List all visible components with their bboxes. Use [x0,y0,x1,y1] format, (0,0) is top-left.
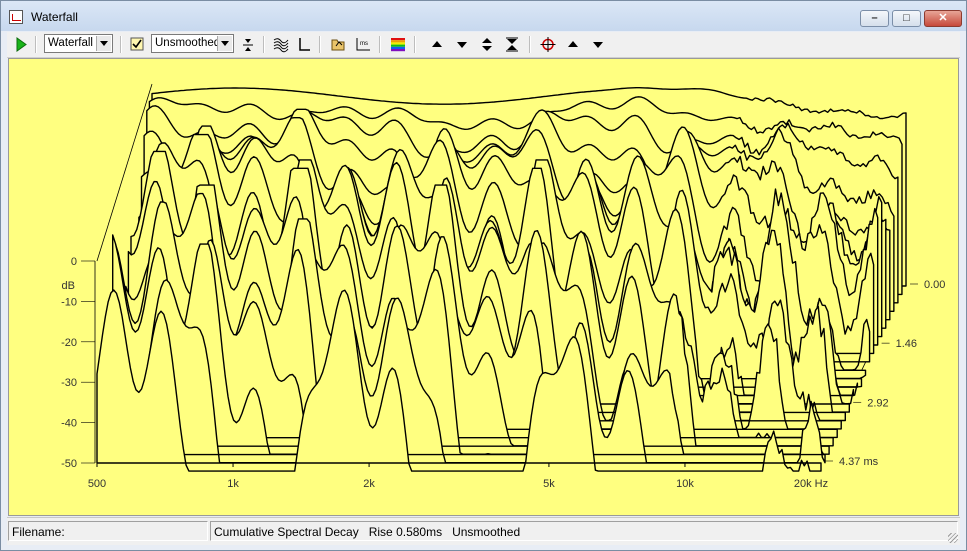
toolbar-separator [35,36,37,53]
z-tick-label: 0.00 [924,279,945,291]
minimize-button[interactable]: – [860,10,889,27]
app-icon [9,10,23,24]
title-bar[interactable]: Waterfall – □ ✕ [1,1,966,31]
open-icon[interactable] [330,35,348,54]
y-unit-label: dB [62,280,75,292]
cursor-icon[interactable] [539,35,557,54]
toolbar-separator [263,36,265,53]
waterfall-chart[interactable]: 500 1k 2k 5k 10k 20k Hz 0 -10 -20 -30 -40 -50 dB 0.00… [8,58,959,516]
y-tick-label: -10 [61,296,77,308]
minimize-icon: – [861,11,888,26]
status-filename-cell: Filename: [8,521,208,541]
z-tick-label: 1.46 [896,338,917,350]
x-tick-label: 2k [363,478,375,490]
ms-icon[interactable]: ms [354,35,372,54]
chevron-down-icon[interactable] [96,36,111,51]
smoothing-select[interactable]: Unsmoothed [151,34,234,53]
down-icon[interactable] [454,35,470,54]
axes-icon[interactable] [296,35,312,54]
up-icon[interactable] [429,35,445,54]
maximize-button[interactable]: □ [892,10,921,27]
toolbar: Waterfall Unsmoothed ms [7,32,960,58]
toolbar-separator [414,36,416,53]
cursor-up-icon[interactable] [565,35,581,54]
y-tick-label: 0 [71,256,77,268]
smoothing-select-value: Unsmoothed [155,37,220,49]
waterfall-plot[interactable]: 500 1k 2k 5k 10k 20k Hz 0 -10 -20 -30 -40 -50 dB 0.00… [9,59,958,515]
x-tick-label: 20k Hz [794,478,828,490]
status-info-cell: Cumulative Spectral Decay Rise 0.580ms U… [210,521,958,541]
toolbar-separator [120,36,122,53]
app-window: Waterfall – □ ✕ Waterfall Unsmoothed ms [0,0,967,551]
toolbar-separator [379,36,381,53]
checkbox-icon[interactable] [129,35,145,54]
toolbar-separator [319,36,321,53]
maximize-icon: □ [893,11,920,26]
svg-text:ms: ms [360,41,368,47]
toolbar-separator [529,36,531,53]
close-button[interactable]: ✕ [924,10,962,27]
z-tick-label: 4.37 ms [839,456,879,468]
compress-icon[interactable] [504,35,520,54]
status-bar: Filename: Cumulative Spectral Decay Rise… [7,517,960,545]
y-tick-label: -30 [61,377,77,389]
close-icon: ✕ [925,11,961,26]
status-info-text: Cumulative Spectral Decay Rise 0.580ms U… [214,525,520,539]
chevron-down-icon[interactable] [217,36,232,51]
x-tick-label: 500 [88,478,106,490]
view-select[interactable]: Waterfall [44,34,113,53]
z-tick-label: 2.92 [867,397,888,409]
y-tick-label: -50 [61,458,77,470]
expand-icon[interactable] [479,35,495,54]
x-tick-label: 5k [543,478,555,490]
y-tick-label: -40 [61,418,77,430]
fit-icon[interactable] [240,35,256,54]
y-tick-label: -20 [61,337,77,349]
x-tick-label: 10k [676,478,694,490]
window-title: Waterfall [31,10,78,24]
x-tick-label: 1k [227,478,239,490]
status-filename-label: Filename: [12,525,65,539]
cursor-down-icon[interactable] [590,35,606,54]
palette-icon[interactable] [389,35,407,54]
resize-grip[interactable] [948,533,958,543]
waterfall-icon[interactable] [272,35,290,54]
view-select-value: Waterfall [48,37,93,49]
play-icon[interactable] [13,35,29,54]
